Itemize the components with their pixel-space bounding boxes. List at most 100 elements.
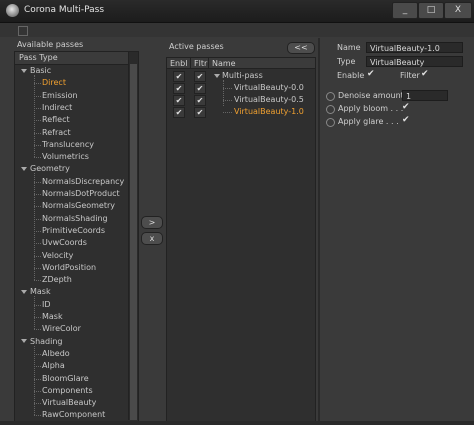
expand-triangle-icon[interactable] [21, 289, 27, 294]
tree-connector [223, 88, 232, 89]
tree-connector [34, 120, 41, 122]
tree-item[interactable]: NormalsShading [42, 213, 108, 225]
remove-pass-button[interactable]: x [141, 232, 163, 245]
tree-group[interactable]: Geometry [21, 163, 70, 175]
active-pass-name: Multi-pass [222, 71, 263, 80]
glare-checkbox[interactable]: ✔ [402, 115, 410, 125]
fltr-header[interactable]: Fltr [191, 58, 209, 69]
tree-item[interactable]: UvwCoords [42, 237, 87, 249]
tree-item[interactable]: VirtualBeauty [42, 397, 96, 409]
tree-group-label: Mask [30, 287, 51, 297]
expand-triangle-icon[interactable] [21, 166, 27, 171]
pass-type-header[interactable]: Pass Type [15, 52, 131, 65]
tree-connector [34, 390, 41, 392]
add-pass-button[interactable]: > [141, 216, 163, 229]
tree-item[interactable]: ZDepth [42, 274, 72, 286]
denoise-input[interactable]: 1 [402, 90, 448, 101]
panel-divider [318, 38, 320, 425]
available-passes-title: Available passes [17, 40, 84, 49]
tree-item[interactable]: NormalsDotProduct [42, 188, 120, 200]
tree-item[interactable]: Albedo [42, 348, 70, 360]
bloom-radio-icon[interactable] [326, 105, 335, 114]
tree-item[interactable]: Indirect [42, 102, 72, 114]
type-label: Type [337, 57, 356, 66]
close-button[interactable]: X [444, 2, 472, 19]
filter-checkbox[interactable]: ✔ [194, 95, 206, 106]
tree-connector [34, 218, 41, 220]
tree-connector [34, 403, 41, 405]
filter-checkbox[interactable]: ✔ [194, 83, 206, 94]
active-pass-row[interactable]: ✔ ✔ VirtualBeauty-0.5 [167, 94, 315, 106]
tree-group[interactable]: Basic [21, 65, 51, 77]
enable-label: Enable [337, 71, 365, 80]
tree-connector [34, 83, 41, 85]
maximize-button[interactable]: □ [418, 2, 444, 19]
bloom-checkbox[interactable]: ✔ [402, 102, 410, 112]
tree-scrollbar[interactable] [128, 52, 138, 420]
tree-connector [34, 366, 41, 368]
tree-item[interactable]: Volumetrics [42, 151, 89, 163]
tree-item[interactable]: NormalsDiscrepancy [42, 176, 124, 188]
tree-connector [34, 345, 35, 416]
tree-group[interactable]: Mask [21, 286, 51, 298]
window-title: Corona Multi-Pass [24, 5, 105, 15]
multipass-window: Corona Multi-Pass _ □ X Available passes… [0, 0, 474, 425]
filter-checkbox[interactable]: ✔ [194, 71, 206, 82]
tree-item[interactable]: WorldPosition [42, 262, 96, 274]
active-passes-grid[interactable]: Enbl Fltr Name ✔ ✔ Multi-pass ✔ ✔ VirtualBeau… [166, 57, 316, 423]
tree-item[interactable]: NormalsGeometry [42, 200, 115, 212]
expand-triangle-icon[interactable] [21, 339, 27, 344]
tree-connector [223, 100, 232, 101]
tree-connector [34, 243, 41, 245]
enable-checkbox[interactable]: ✔ [173, 71, 185, 82]
tree-connector [34, 181, 41, 183]
enable-checkbox[interactable]: ✔ [367, 69, 375, 79]
tree-item[interactable]: BloomGlare [42, 373, 89, 385]
tree-connector [34, 144, 41, 146]
name-field[interactable]: VirtualBeauty-1.0 [366, 42, 463, 53]
active-pass-row[interactable]: ✔ ✔ VirtualBeauty-0.0 [167, 82, 315, 94]
tree-connector [34, 194, 41, 195]
minimize-button[interactable]: _ [392, 2, 418, 19]
active-pass-row[interactable]: ✔ ✔ Multi-pass [167, 70, 315, 82]
glare-radio-icon[interactable] [326, 118, 335, 127]
expand-triangle-icon[interactable] [214, 74, 220, 78]
tree-group[interactable]: Shading [21, 336, 63, 348]
tree-connector [34, 206, 41, 208]
tree-item[interactable]: ID [42, 299, 51, 311]
tree-item[interactable]: Components [42, 385, 93, 397]
denoise-radio-icon[interactable] [326, 92, 335, 101]
enable-checkbox[interactable]: ✔ [173, 95, 185, 106]
name-header[interactable]: Name [209, 58, 315, 69]
tree-item[interactable]: Reflect [42, 114, 70, 126]
tree-connector [34, 255, 41, 257]
tree-connector [34, 75, 35, 158]
tree-item[interactable]: WireColor [42, 323, 81, 335]
filter-checkbox[interactable]: ✔ [421, 69, 429, 79]
expand-triangle-icon[interactable] [21, 68, 27, 73]
menu-bar [0, 23, 474, 37]
tree-connector [34, 304, 41, 306]
tree-connector [34, 378, 41, 380]
scrollbar-thumb[interactable] [130, 64, 137, 420]
active-pass-row[interactable]: ✔ ✔ VirtualBeauty-1.0 [167, 106, 315, 118]
available-passes-tree[interactable]: Pass Type Basic Direct Emission Indirect Ref… [14, 51, 139, 423]
bloom-label: Apply bloom . . . [338, 104, 404, 113]
tree-item[interactable]: Translucency [42, 139, 94, 151]
enbl-header[interactable]: Enbl [167, 58, 191, 69]
tree-item[interactable]: Mask [42, 311, 63, 323]
tree-item[interactable]: RawComponent [42, 409, 105, 421]
tree-item[interactable]: Alpha [42, 360, 65, 372]
tree-connector [34, 95, 41, 97]
enable-checkbox[interactable]: ✔ [173, 83, 185, 94]
collapse-button[interactable]: << [287, 42, 315, 54]
tree-item[interactable]: Emission [42, 90, 78, 102]
tree-item[interactable]: Direct [42, 77, 66, 89]
tree-item[interactable]: Refract [42, 127, 71, 139]
enable-checkbox[interactable]: ✔ [173, 107, 185, 118]
tree-item[interactable]: Velocity [42, 250, 73, 262]
filter-checkbox[interactable]: ✔ [194, 107, 206, 118]
denoise-label: Denoise amount [338, 91, 404, 100]
grip-icon[interactable] [18, 26, 28, 36]
tree-item[interactable]: PrimitiveCoords [42, 225, 105, 237]
